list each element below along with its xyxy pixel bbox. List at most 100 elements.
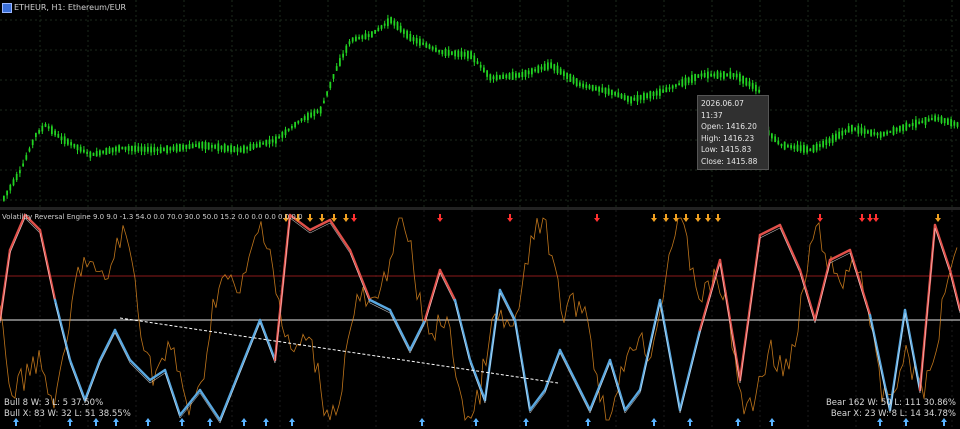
signal-line-segment [719,262,741,384]
signal-line-segment [529,392,546,414]
signal-line-segment [904,312,921,394]
indicator-canvas[interactable] [0,210,960,429]
signal-line-segment [239,322,261,374]
signal-line-segment [779,227,801,274]
oscillator-segment [638,298,662,392]
oscillator-segment [573,378,592,412]
signal-line-segment [329,222,351,254]
oscillator-segment [868,313,892,412]
buy-arrow-icon [241,418,247,426]
buy-arrow-icon [651,418,657,426]
signal-line-segment [589,362,611,414]
price-tooltip: 2026.06.07 11:37 Open: 1416.20 High: 141… [697,95,769,170]
oscillator-segment [98,328,117,362]
oscillator-segment [828,248,852,262]
signal-line-segment [259,322,276,364]
sell-arrow-icon [351,214,357,222]
oscillator-segment [198,388,222,422]
oscillator-segment [348,248,372,302]
signal-line-segment [514,322,531,414]
buy-arrow-icon [941,418,947,426]
oscillator-segment [453,298,472,362]
oscillator-segment [238,318,262,372]
signal-line-segment [219,372,241,424]
oscillator-segment [68,358,87,402]
signal-line-segment [544,352,561,394]
oscillator-segment [933,223,952,272]
oscillator-segment [328,218,352,252]
oscillator-segment [888,308,907,412]
sell-arrow-icon [343,214,349,222]
sell-arrow-icon [319,214,325,222]
oscillator-segment [813,258,832,322]
oscillator-segment [438,268,457,302]
oscillator-segment [738,233,762,382]
buy-arrow-icon [93,418,99,426]
signal-line-segment [179,392,201,419]
signal-line-segment [639,302,661,394]
signal-line-segment [949,272,960,314]
bear-x-stats: Bear X: 23 W: 8 L: 14 34.78% [830,409,956,419]
tooltip-low: Low: 1415.83 [701,145,752,154]
sell-arrow-icon [683,214,689,222]
oscillator-segment [273,213,292,362]
signal-line-segment [484,292,501,404]
price-chart-canvas[interactable] [0,0,960,207]
signal-line-segment [919,227,936,394]
sell-arrow-icon [651,214,657,222]
signal-line-segment [934,227,951,274]
buy-arrow-icon [735,418,741,426]
signal-line-segment [559,352,576,384]
signal-line-segment [349,252,371,304]
sell-arrow-icon [507,214,513,222]
buy-arrow-icon [113,418,119,426]
oscillator-segment [368,298,392,312]
buy-arrow-icon [263,418,269,426]
sell-arrow-icon [935,214,941,222]
signal-line-segment [624,392,641,414]
chart-symbol-icon [2,3,12,13]
signal-line-segment [9,217,26,254]
buy-arrow-icon [687,418,693,426]
signal-line-segment [389,312,411,354]
oscillator-segment [258,318,277,362]
indicator-pane[interactable]: Volatility Reversal Engine 9.0 9.0 -1.3 … [0,210,960,429]
sell-arrow-icon [594,214,600,222]
sell-arrow-icon [873,214,879,222]
signal-line-segment [99,332,116,364]
buy-arrow-icon [877,418,883,426]
tooltip-high: High: 1416.23 [701,133,755,143]
oscillator-segment [678,328,702,412]
buy-arrow-icon [289,418,295,426]
signal-line-segment [0,252,11,324]
indicator-title: Volatility Reversal Engine 9.0 9.0 -1.3 … [2,213,303,221]
oscillator-segment [0,248,12,322]
signal-line-segment [114,332,131,364]
bull-x-stats: Bull X: 83 W: 32 L: 51 38.55% [4,409,131,419]
oscillator-segment [623,388,642,412]
oscillator-segment [113,328,132,362]
symbol-label: ETHEUR, H1: Ethereum/EUR [14,3,127,12]
oscillator-segment [408,318,427,352]
buy-arrow-icon [903,418,909,426]
tooltip-close: Close: 1415.88 [701,156,758,166]
buy-arrow-icon [179,418,185,426]
oscillator-segment [308,218,332,232]
signal-line-segment [609,362,626,414]
price-chart-pane[interactable]: ETHEUR, H1: Ethereum/EUR 2026.06.07 11:3… [0,0,960,207]
sell-arrow-icon [867,214,873,222]
signal-line-segment [274,217,291,364]
bear-stats: Bear 162 W: 50 L: 111 30.86% [825,398,956,408]
oscillator-segment [83,358,102,402]
oscillator-segment [128,358,152,382]
oscillator-segment [388,308,412,352]
tooltip-open: Open: 1416.20 [701,122,757,131]
sell-arrow-icon [437,214,443,222]
oscillator-segment [53,298,72,362]
sell-arrow-icon [715,214,721,222]
signal-line-segment [439,272,456,304]
oscillator-segment [423,268,442,322]
buy-arrow-icon [13,418,19,426]
sell-arrow-icon [695,214,701,222]
oscillator-segment [543,348,562,392]
